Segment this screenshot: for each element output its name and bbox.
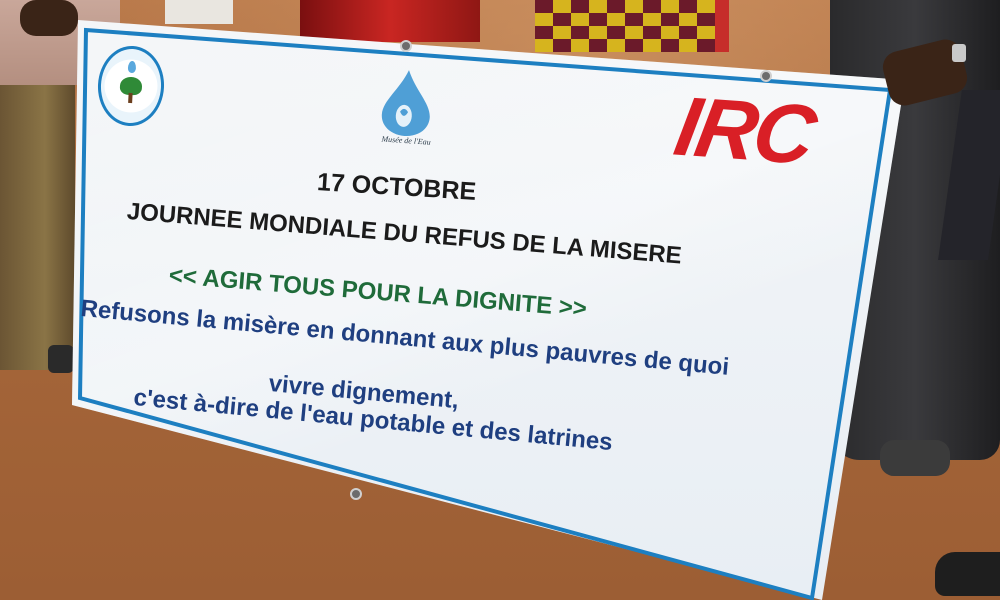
banner-grommet bbox=[760, 70, 772, 82]
hand-left bbox=[20, 0, 78, 36]
banner-grommet bbox=[350, 488, 362, 500]
banner-grommet bbox=[400, 40, 412, 52]
wristwatch-icon bbox=[952, 44, 966, 62]
irc-logo: IRC bbox=[668, 78, 821, 182]
water-museum-logo: Musée de l'Eau bbox=[373, 66, 439, 160]
water-drop-icon bbox=[381, 70, 430, 136]
seal-tree-trunk bbox=[128, 92, 133, 104]
banner: Musée de l'Eau IRC 17 OCTOBRE JOURNEE MO… bbox=[0, 0, 1000, 600]
seal-drop-icon bbox=[127, 60, 137, 74]
